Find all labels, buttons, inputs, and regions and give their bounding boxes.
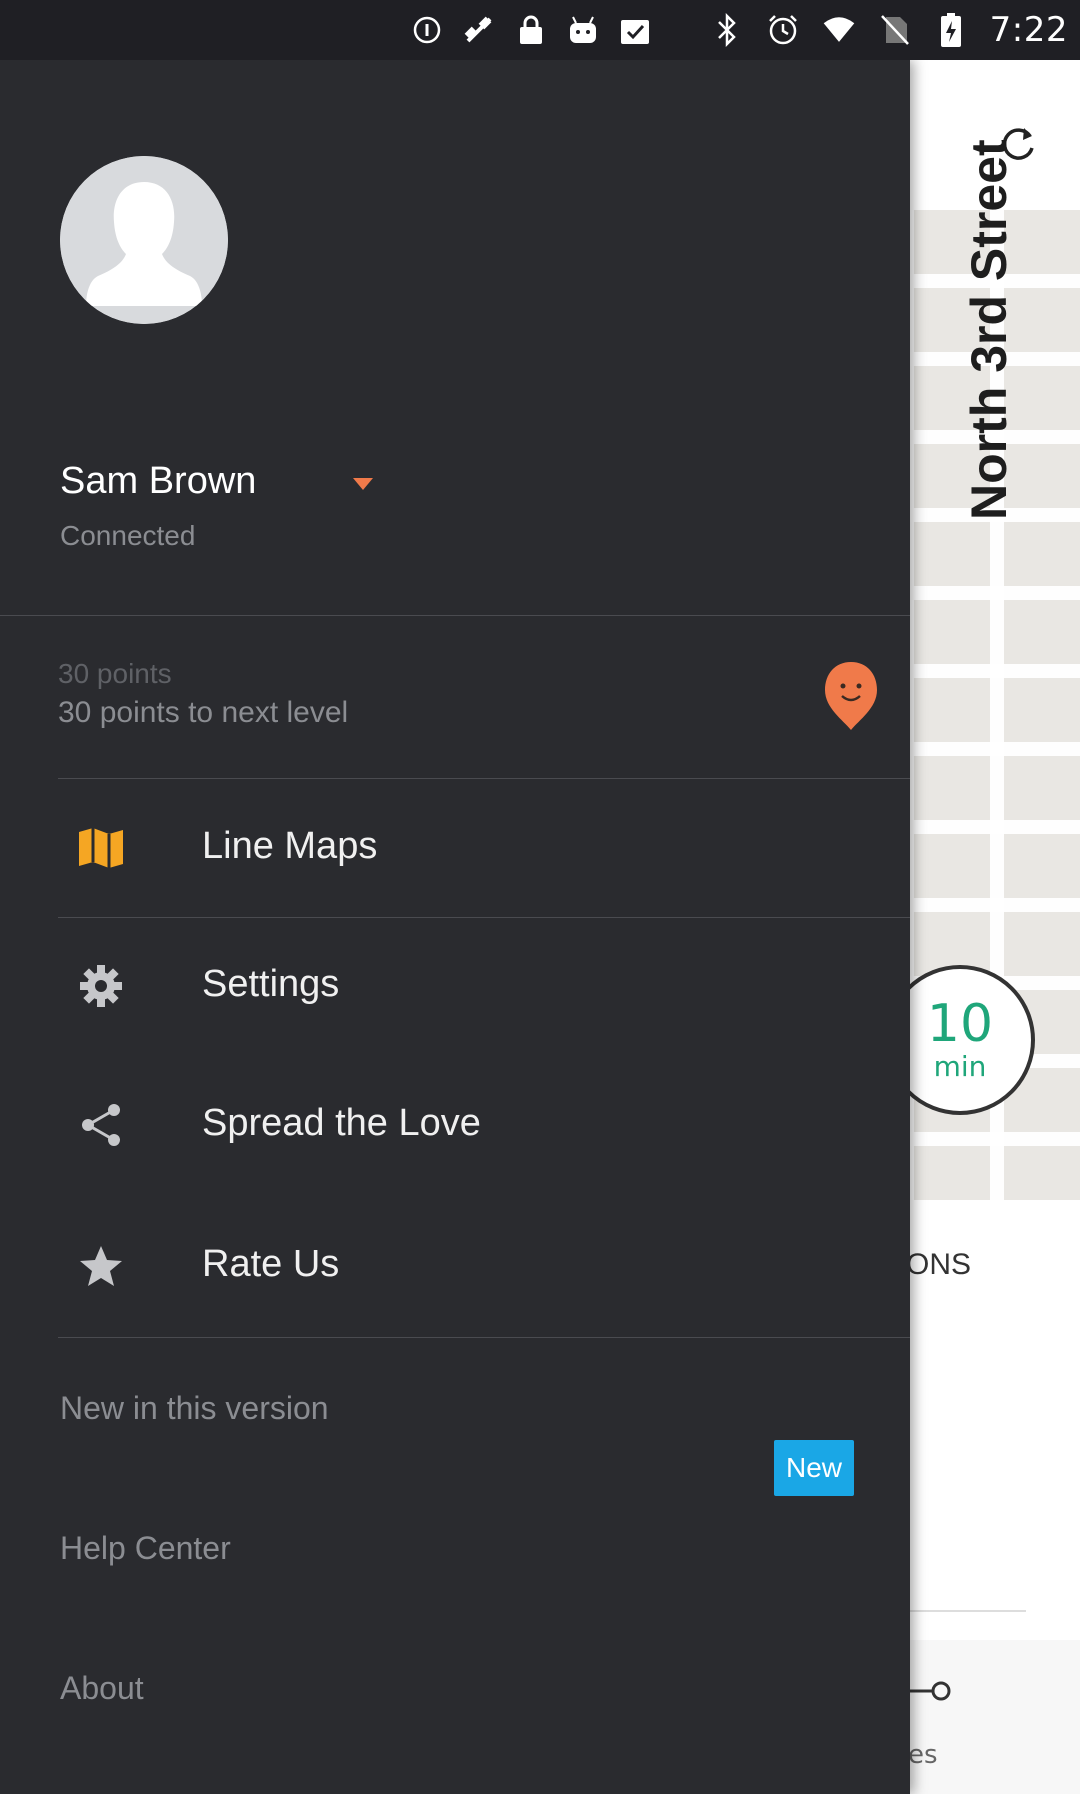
menu-label: Line Maps [202,825,378,867]
eta-unit: min [933,1049,987,1083]
avatar-icon[interactable] [60,156,228,324]
divider [58,917,910,918]
fake-gps-icon [462,13,496,47]
android-icon [566,13,600,47]
new-in-this-version-link[interactable]: New in this version [60,1390,329,1427]
bottom-label-fragment[interactable]: es [908,1740,938,1770]
wifi-icon [822,13,856,47]
points-next-level: 30 points to next level [58,696,349,729]
clock-time: 7:22 [989,10,1068,50]
menu-item-rate-us[interactable]: Rate Us [0,1213,910,1323]
menu-item-settings[interactable]: Settings [0,933,910,1043]
share-icon [74,1098,128,1152]
tab-label-fragment[interactable]: ONS [906,1248,971,1282]
divider [0,615,910,616]
menu-label: Rate Us [202,1243,340,1285]
user-status: Connected [60,520,196,551]
info-icon [410,13,444,47]
status-bar-left [12,13,652,47]
menu-label: Settings [202,963,340,1005]
menu-item-line-maps[interactable]: Line Maps [0,795,910,905]
new-badge[interactable]: New [774,1440,854,1496]
lock-icon [514,13,548,47]
bluetooth-icon [710,13,744,47]
eta-value: 10 [926,993,994,1054]
about-link[interactable]: About [60,1670,144,1707]
alarm-icon [766,13,800,47]
street-label: North 3rd Street [961,139,1017,520]
navigation-drawer: Sam Brown Connected 30 points 30 points … [0,60,910,1794]
mascot-pin-icon [823,660,879,732]
caret-down-icon[interactable] [352,476,374,492]
divider [58,1337,910,1338]
status-bar: 7:22 [0,0,1080,60]
line-stop-icon[interactable] [905,1676,955,1706]
battery-charging-icon [934,13,968,47]
divider [906,1610,1026,1612]
user-name[interactable]: Sam Brown [60,460,256,503]
points-value: 30 points [58,658,172,689]
map-icon [74,821,128,875]
menu-item-spread-the-love[interactable]: Spread the Love [0,1072,910,1182]
star-icon [74,1239,128,1293]
menu-label: Spread the Love [202,1102,481,1144]
clipboard-check-icon [618,13,652,47]
status-bar-right: 7:22 [710,10,1068,50]
gear-icon [74,959,128,1013]
divider [58,778,910,779]
no-sim-icon [878,13,912,47]
help-center-link[interactable]: Help Center [60,1530,231,1567]
